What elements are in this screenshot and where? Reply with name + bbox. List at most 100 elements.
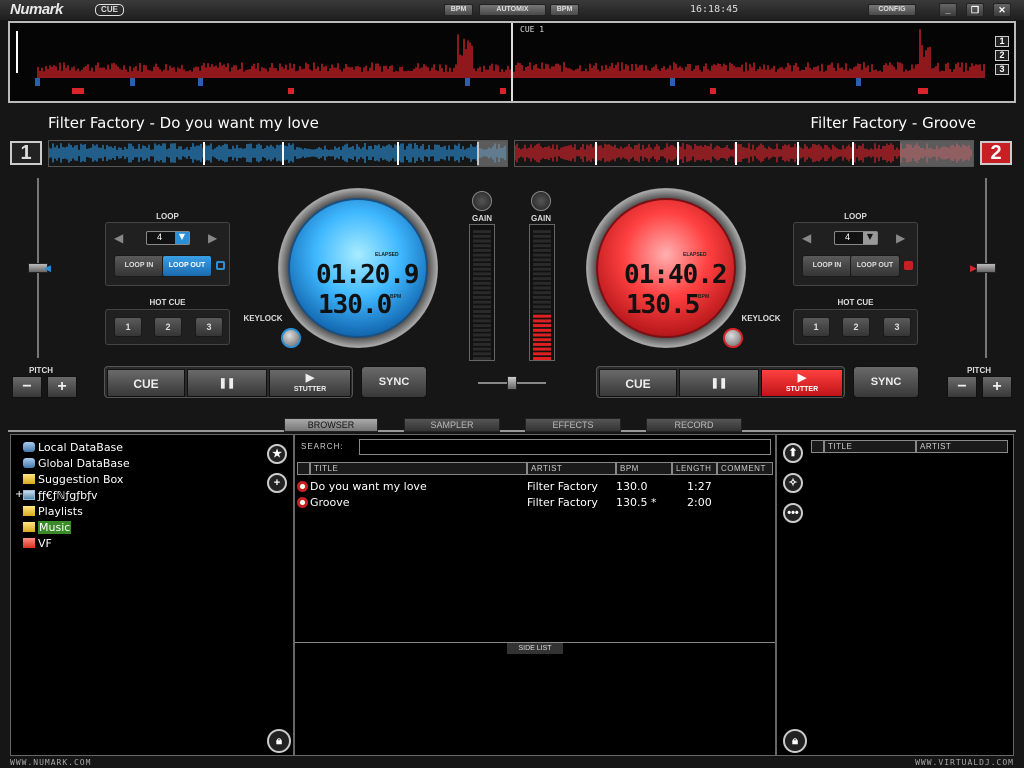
crossfader[interactable] — [478, 376, 546, 390]
loop-prev-icon[interactable]: ◀ — [114, 231, 123, 245]
loop-lock-icon[interactable] — [216, 261, 225, 270]
deck2-sync-button[interactable]: SYNC — [853, 366, 919, 398]
select-column-header[interactable] — [811, 440, 824, 453]
folder-icon — [23, 506, 35, 516]
minimize-button[interactable]: _ — [939, 3, 957, 17]
deck2-loop-in-button[interactable]: LOOP IN — [802, 255, 852, 277]
deck2-keylock-button[interactable] — [723, 328, 743, 348]
column-header-bpm[interactable]: BPM — [616, 462, 672, 475]
deck1-jog-wheel[interactable]: ELAPSED 01:20.9 130.0 BPM — [278, 188, 438, 348]
tree-item-vf[interactable]: VF — [23, 537, 52, 550]
loop-next-icon[interactable]: ▶ — [208, 231, 217, 245]
select-column-header[interactable] — [297, 462, 310, 475]
deck2-cue-button[interactable]: CUE — [599, 369, 677, 397]
column-header-artist[interactable]: ARTIST — [527, 462, 616, 475]
search-input[interactable] — [359, 439, 771, 455]
deck1-hot-cue-3-button[interactable]: 3 — [195, 317, 223, 337]
beat-marker — [35, 78, 40, 86]
deck1-sync-button[interactable]: SYNC — [361, 366, 427, 398]
deck2-stutter-button[interactable]: ▶ STUTTER — [761, 369, 843, 397]
side-column-header-title[interactable]: TITLE — [824, 440, 916, 453]
deck2-loop-length-select[interactable]: 4 ▼ — [834, 231, 878, 245]
deck1-pitch-plus-button[interactable]: + — [47, 376, 77, 398]
tree-item-drive[interactable]: + ƒƒ€ƒℕƒgƒbƒv — [15, 489, 98, 502]
crossfader-handle[interactable] — [507, 376, 517, 390]
deck1-hot-cue-1-button[interactable]: 1 — [114, 317, 142, 337]
deck1-pitch-slider[interactable]: ◀ — [28, 178, 51, 358]
tab-browser[interactable]: BROWSER — [284, 418, 378, 432]
column-header-comment[interactable]: COMMENT — [717, 462, 773, 475]
footer-numark-link[interactable]: WWW.NUMARK.COM — [10, 758, 91, 767]
deck2-loop-out-button[interactable]: LOOP OUT — [850, 255, 900, 277]
loop-lock-icon[interactable] — [904, 261, 913, 270]
overview-deck-2-selector[interactable]: 2 — [995, 50, 1009, 61]
deck1-pitch-minus-button[interactable]: − — [12, 376, 42, 398]
bpm-left-button[interactable]: BPM — [444, 4, 473, 16]
deck1-waveform[interactable] — [48, 140, 508, 167]
tab-sampler[interactable]: SAMPLER — [404, 418, 500, 432]
row-bpm: 130.0 — [616, 480, 648, 493]
deck1-keylock-button[interactable] — [281, 328, 301, 348]
loop-prev-icon[interactable]: ◀ — [802, 231, 811, 245]
deck2-waveform[interactable] — [514, 140, 974, 167]
table-row[interactable]: Do you want my love Filter Factory 130.0… — [295, 479, 775, 495]
deck1-stutter-button[interactable]: ▶ STUTTER — [269, 369, 351, 397]
overview-waveform[interactable]: CUE 1 1 2 3 — [8, 21, 1016, 103]
tree-item-global-database[interactable]: Global DataBase — [23, 457, 130, 470]
add-favorite-icon[interactable]: + — [267, 473, 287, 493]
deck2-hot-cue-2-button[interactable]: 2 — [842, 317, 870, 337]
vu-segment — [473, 342, 491, 346]
deck2-hot-cue-3-button[interactable]: 3 — [883, 317, 911, 337]
deck1-loop-length-select[interactable]: 4 ▼ — [146, 231, 190, 245]
tree-item-local-database[interactable]: Local DataBase — [23, 441, 123, 454]
column-header-title[interactable]: TITLE — [310, 462, 527, 475]
tab-effects[interactable]: EFFECTS — [525, 418, 621, 432]
deck1-cue-button[interactable]: CUE — [107, 369, 185, 397]
deck2-pitch-slider[interactable]: ▶ — [970, 178, 996, 358]
row-title: Groove — [310, 496, 350, 509]
deck2-pause-button[interactable]: ❚❚ — [679, 369, 759, 397]
lock-icon[interactable]: 🔒︎ — [783, 729, 807, 753]
deck2-hot-cue-1-button[interactable]: 1 — [802, 317, 830, 337]
deck2-transport: CUE ❚❚ ▶ STUTTER — [596, 366, 845, 398]
upload-icon[interactable]: ⬆ — [783, 443, 803, 463]
column-header-length[interactable]: LENGTH — [672, 462, 717, 475]
loop-next-icon[interactable]: ▶ — [896, 231, 905, 245]
tree-item-music[interactable]: Music — [23, 521, 72, 534]
deck2-pitch-minus-button[interactable]: − — [947, 376, 977, 398]
search-label: SEARCH: — [301, 442, 344, 451]
tree-item-playlists[interactable]: Playlists — [23, 505, 83, 518]
lock-icon[interactable]: 🔒︎ — [267, 729, 291, 753]
deck1-hot-cue-2-button[interactable]: 2 — [154, 317, 182, 337]
vu-segment — [533, 295, 551, 299]
deck1-gain-knob[interactable] — [472, 191, 492, 211]
overview-deck-1-selector[interactable]: 1 — [995, 36, 1009, 47]
pitch-handle[interactable] — [976, 263, 996, 273]
vu-segment — [473, 272, 491, 276]
restore-button[interactable]: ❐ — [966, 3, 984, 17]
side-column-header-artist[interactable]: ARTIST — [916, 440, 1008, 453]
deck1-loop-in-button[interactable]: LOOP IN — [114, 255, 164, 277]
deck2-pitch-plus-button[interactable]: + — [982, 376, 1012, 398]
tree-item-suggestion-box[interactable]: Suggestion Box — [23, 473, 123, 486]
more-icon[interactable]: ••• — [783, 503, 803, 523]
deck1-pause-button[interactable]: ❚❚ — [187, 369, 267, 397]
table-row[interactable]: Groove Filter Factory 130.5 * 2:00 — [295, 495, 775, 511]
bpm-right-button[interactable]: BPM — [550, 4, 579, 16]
automix-button[interactable]: AUTOMIX — [479, 4, 546, 16]
deck1-loop-out-button[interactable]: LOOP OUT — [162, 255, 212, 277]
expand-icon[interactable]: + — [15, 489, 23, 500]
deck2-jog-wheel[interactable]: ELAPSED 01:40.2 130.5 BPM — [586, 188, 746, 348]
config-button[interactable]: CONFIG — [868, 4, 916, 16]
overview-deck-3-selector[interactable]: 3 — [995, 64, 1009, 75]
magic-wand-icon[interactable]: ✧ — [783, 473, 803, 493]
close-button[interactable]: ✕ — [993, 3, 1011, 17]
footer-virtualdj-link[interactable]: WWW.VIRTUALDJ.COM — [915, 758, 1014, 767]
side-list-toggle[interactable]: SIDE LIST — [507, 643, 563, 654]
tab-record[interactable]: RECORD — [646, 418, 742, 432]
deck2-gain-knob[interactable] — [531, 191, 551, 211]
vu-segment — [473, 277, 491, 281]
beat-marker — [856, 78, 861, 86]
vu-segment — [533, 230, 551, 234]
add-folder-icon[interactable]: ★ — [267, 444, 287, 464]
